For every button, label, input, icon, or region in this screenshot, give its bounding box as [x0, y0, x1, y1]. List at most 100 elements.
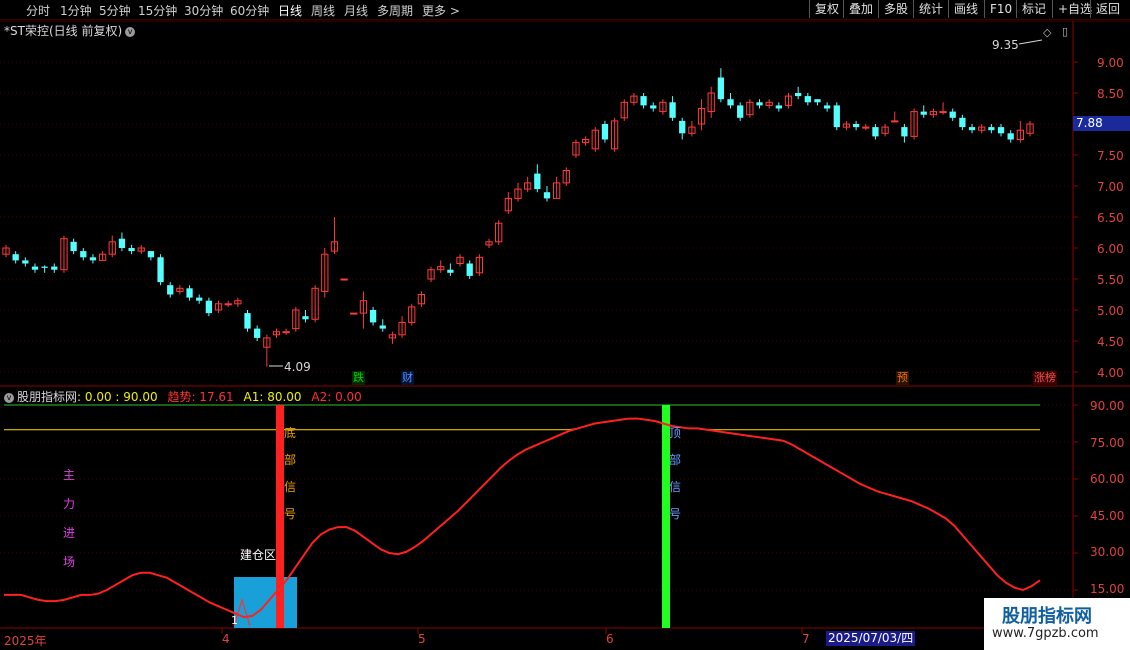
- chevron-down-icon[interactable]: v: [4, 392, 14, 403]
- build-zone-label: 建仓区: [240, 548, 277, 562]
- candle-body: [650, 105, 657, 109]
- watermark: 股朋指标网 www.7gpzb.com: [984, 598, 1130, 650]
- candle-body: [254, 328, 261, 338]
- y-tick: 30.00: [1090, 545, 1125, 559]
- window-toggle-icon[interactable]: ▯: [1062, 25, 1068, 38]
- candle-body: [949, 111, 956, 118]
- x-label-month: 6: [606, 632, 614, 646]
- candle-body: [891, 120, 899, 123]
- candle-body: [224, 303, 232, 306]
- candle-body: [852, 124, 860, 128]
- y-tick: 6.50: [1097, 211, 1124, 225]
- y-tick: 4.00: [1097, 366, 1124, 380]
- candle-body: [70, 241, 77, 252]
- candle-body: [833, 105, 840, 128]
- y-tick: 8.50: [1097, 87, 1124, 101]
- main-force-text: 主力进场: [62, 468, 75, 569]
- candle-body: [997, 127, 1005, 134]
- candle-body: [968, 127, 976, 131]
- candle-body: [89, 257, 97, 261]
- candle-body: [41, 266, 48, 268]
- marker-label: 1: [231, 614, 238, 627]
- candle-body: [379, 325, 386, 329]
- y-tick: 60.00: [1090, 472, 1125, 486]
- badge-top-gainers[interactable]: 涨榜: [1033, 371, 1057, 385]
- candle-body: [340, 278, 348, 281]
- candle-body: [679, 120, 686, 134]
- trend-value: 趋势: 17.61: [167, 390, 234, 404]
- y-tick: 7.00: [1097, 180, 1124, 194]
- candle-body: [717, 77, 725, 100]
- y-tick: 6.00: [1097, 242, 1124, 256]
- candle-body: [737, 105, 744, 118]
- high-arrow: [1018, 39, 1043, 45]
- diamond-icon[interactable]: ◇: [1043, 26, 1051, 39]
- candle-body: [727, 99, 734, 106]
- candle-body: [350, 312, 358, 315]
- a2-value: A2: 0.00: [311, 390, 362, 404]
- candle-body: [601, 124, 609, 140]
- x-label-month: 4: [222, 632, 230, 646]
- y-tick: 75.00: [1090, 436, 1125, 450]
- low-price-label: 4.09: [284, 360, 311, 374]
- candle-body: [640, 96, 647, 106]
- x-label-year: 2025年: [4, 634, 47, 648]
- x-label-month: 7: [802, 632, 810, 646]
- watermark-url: www.7gpzb.com: [992, 626, 1099, 641]
- trend-line: [4, 417, 1041, 619]
- y-tick: 90.00: [1090, 399, 1125, 413]
- build-zone-box: [234, 577, 297, 628]
- y-tick: 9.00: [1097, 56, 1124, 70]
- candle-body: [959, 117, 966, 128]
- top-signal-text: 顶部信号: [668, 426, 681, 521]
- candle-body: [901, 127, 908, 137]
- current-price-box: 7.88: [1073, 116, 1130, 131]
- candle-body: [804, 96, 811, 103]
- candle-body: [80, 251, 87, 258]
- candle-body: [534, 173, 541, 190]
- candle-body: [12, 254, 19, 261]
- badge-forecast[interactable]: 预: [896, 371, 909, 385]
- bottom-signal-text: 底部信号: [283, 426, 296, 521]
- candle-body: [205, 300, 213, 314]
- indicator-range: : 0.00 : 90.00: [77, 390, 158, 404]
- candle-body: [988, 127, 995, 131]
- candle-body: [756, 102, 763, 106]
- candle-body: [22, 260, 29, 264]
- candle-body: [196, 297, 203, 301]
- y-tick: 15.00: [1090, 582, 1125, 596]
- candle-body: [244, 313, 251, 329]
- candle-body: [147, 251, 155, 258]
- watermark-title: 股朋指标网: [1002, 606, 1092, 627]
- candle-body: [282, 331, 290, 334]
- candle-body: [795, 93, 802, 97]
- candle-body: [167, 285, 174, 295]
- candle-body: [51, 266, 58, 270]
- candle-body: [186, 288, 193, 298]
- y-tick: 5.50: [1097, 273, 1124, 287]
- candle-body: [872, 127, 879, 137]
- candle-body: [466, 263, 473, 276]
- candle-body: [447, 269, 454, 273]
- candle-body: [118, 238, 126, 248]
- candle-body: [1007, 133, 1014, 140]
- y-tick: 7.50: [1097, 149, 1124, 163]
- candle-body: [31, 266, 39, 270]
- indicator-title: v 股朋指标网: 0.00 : 90.00 趋势: 17.61 A1: 80.00…: [4, 388, 362, 405]
- badge-finance[interactable]: 财: [401, 371, 414, 385]
- candle-body: [814, 99, 821, 103]
- candle-body: [775, 105, 782, 109]
- y-tick: 4.50: [1097, 335, 1124, 349]
- candle-body: [128, 248, 135, 252]
- badge-fall[interactable]: 跌: [352, 371, 365, 385]
- candle-body: [823, 105, 831, 109]
- candle-body: [543, 192, 551, 199]
- kline-chart[interactable]: [0, 0, 1130, 650]
- candle-body: [369, 310, 377, 323]
- candle-body: [302, 316, 309, 320]
- candle-body: [669, 102, 676, 118]
- indicator-name: 股朋指标网: [17, 390, 78, 404]
- candle-body: [862, 126, 870, 129]
- high-price-label: 9.35: [992, 38, 1019, 52]
- y-tick: 45.00: [1090, 509, 1125, 523]
